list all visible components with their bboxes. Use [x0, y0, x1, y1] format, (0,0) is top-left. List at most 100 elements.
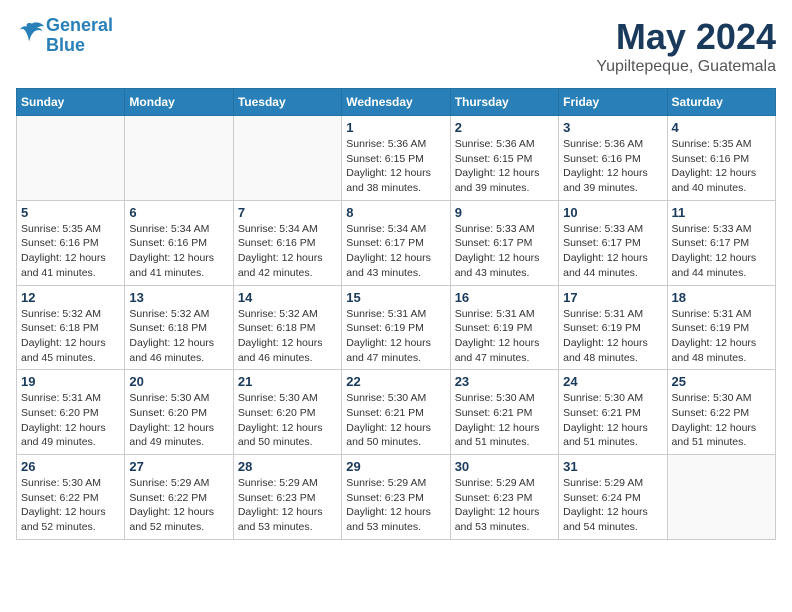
- day-number: 23: [455, 374, 554, 389]
- day-number: 12: [21, 290, 120, 305]
- day-info: Sunrise: 5:35 AMSunset: 6:16 PMDaylight:…: [21, 222, 120, 281]
- day-info: Sunrise: 5:33 AMSunset: 6:17 PMDaylight:…: [455, 222, 554, 281]
- day-info: Sunrise: 5:30 AMSunset: 6:21 PMDaylight:…: [455, 391, 554, 450]
- calendar-cell: 25 Sunrise: 5:30 AMSunset: 6:22 PMDayligh…: [667, 370, 775, 455]
- day-number: 15: [346, 290, 445, 305]
- calendar-cell: 28 Sunrise: 5:29 AMSunset: 6:23 PMDayligh…: [233, 455, 341, 540]
- day-number: 1: [346, 120, 445, 135]
- day-number: 10: [563, 205, 662, 220]
- calendar-cell: 8 Sunrise: 5:34 AMSunset: 6:17 PMDaylight…: [342, 200, 450, 285]
- day-info: Sunrise: 5:35 AMSunset: 6:16 PMDaylight:…: [672, 137, 771, 196]
- day-number: 3: [563, 120, 662, 135]
- calendar-cell: 1 Sunrise: 5:36 AMSunset: 6:15 PMDaylight…: [342, 116, 450, 201]
- calendar-week-row: 19Sunrise: 5:31 AMSunset: 6:20 PMDayligh…: [17, 370, 776, 455]
- calendar-cell: 13 Sunrise: 5:32 AMSunset: 6:18 PMDayligh…: [125, 285, 233, 370]
- weekday-header-wednesday: Wednesday: [342, 89, 450, 116]
- day-number: 18: [672, 290, 771, 305]
- day-info: Sunrise: 5:31 AMSunset: 6:19 PMDaylight:…: [346, 307, 445, 366]
- calendar-cell: 18 Sunrise: 5:31 AMSunset: 6:19 PMDayligh…: [667, 285, 775, 370]
- weekday-header-monday: Monday: [125, 89, 233, 116]
- calendar-cell: 23 Sunrise: 5:30 AMSunset: 6:21 PMDayligh…: [450, 370, 558, 455]
- day-number: 30: [455, 459, 554, 474]
- weekday-header-saturday: Saturday: [667, 89, 775, 116]
- calendar-location: Yupiltepeque, Guatemala: [596, 58, 776, 76]
- calendar-cell: 16 Sunrise: 5:31 AMSunset: 6:19 PMDayligh…: [450, 285, 558, 370]
- calendar-cell: 3 Sunrise: 5:36 AMSunset: 6:16 PMDaylight…: [559, 116, 667, 201]
- calendar-cell: 20 Sunrise: 5:30 AMSunset: 6:20 PMDayligh…: [125, 370, 233, 455]
- calendar-cell: [125, 116, 233, 201]
- day-number: 22: [346, 374, 445, 389]
- day-number: 31: [563, 459, 662, 474]
- day-number: 14: [238, 290, 337, 305]
- day-info: Sunrise: 5:36 AMSunset: 6:15 PMDaylight:…: [346, 137, 445, 196]
- day-info: Sunrise: 5:34 AMSunset: 6:17 PMDaylight:…: [346, 222, 445, 281]
- day-info: Sunrise: 5:30 AMSunset: 6:22 PMDaylight:…: [21, 476, 120, 535]
- day-info: Sunrise: 5:36 AMSunset: 6:15 PMDaylight:…: [455, 137, 554, 196]
- day-info: Sunrise: 5:29 AMSunset: 6:23 PMDaylight:…: [346, 476, 445, 535]
- day-number: 8: [346, 205, 445, 220]
- calendar-cell: 10 Sunrise: 5:33 AMSunset: 6:17 PMDayligh…: [559, 200, 667, 285]
- calendar-title: May 2024: [596, 16, 776, 58]
- calendar-cell: 14 Sunrise: 5:32 AMSunset: 6:18 PMDayligh…: [233, 285, 341, 370]
- day-info: Sunrise: 5:29 AMSunset: 6:23 PMDaylight:…: [238, 476, 337, 535]
- day-number: 17: [563, 290, 662, 305]
- day-info: Sunrise: 5:33 AMSunset: 6:17 PMDaylight:…: [563, 222, 662, 281]
- day-info: Sunrise: 5:29 AMSunset: 6:23 PMDaylight:…: [455, 476, 554, 535]
- day-info: Sunrise: 5:29 AMSunset: 6:24 PMDaylight:…: [563, 476, 662, 535]
- calendar-week-row: 1 Sunrise: 5:36 AMSunset: 6:15 PMDaylight…: [17, 116, 776, 201]
- calendar-cell: 15 Sunrise: 5:31 AMSunset: 6:19 PMDayligh…: [342, 285, 450, 370]
- day-number: 5: [21, 205, 120, 220]
- day-number: 13: [129, 290, 228, 305]
- weekday-header-row: SundayMondayTuesdayWednesdayThursdayFrid…: [17, 89, 776, 116]
- day-number: 7: [238, 205, 337, 220]
- day-number: 19: [21, 374, 120, 389]
- day-info: Sunrise: 5:34 AMSunset: 6:16 PMDaylight:…: [129, 222, 228, 281]
- day-info: Sunrise: 5:31 AMSunset: 6:19 PMDaylight:…: [455, 307, 554, 366]
- day-info: Sunrise: 5:30 AMSunset: 6:22 PMDaylight:…: [672, 391, 771, 450]
- day-number: 2: [455, 120, 554, 135]
- calendar-week-row: 5 Sunrise: 5:35 AMSunset: 6:16 PMDaylight…: [17, 200, 776, 285]
- calendar-cell: [233, 116, 341, 201]
- calendar-week-row: 26Sunrise: 5:30 AMSunset: 6:22 PMDayligh…: [17, 455, 776, 540]
- day-info: Sunrise: 5:29 AMSunset: 6:22 PMDaylight:…: [129, 476, 228, 535]
- day-number: 20: [129, 374, 228, 389]
- calendar-cell: 21Sunrise: 5:30 AMSunset: 6:20 PMDayligh…: [233, 370, 341, 455]
- day-number: 9: [455, 205, 554, 220]
- day-info: Sunrise: 5:33 AMSunset: 6:17 PMDaylight:…: [672, 222, 771, 281]
- day-info: Sunrise: 5:34 AMSunset: 6:16 PMDaylight:…: [238, 222, 337, 281]
- day-info: Sunrise: 5:30 AMSunset: 6:20 PMDaylight:…: [238, 391, 337, 450]
- day-info: Sunrise: 5:30 AMSunset: 6:20 PMDaylight:…: [129, 391, 228, 450]
- weekday-header-friday: Friday: [559, 89, 667, 116]
- calendar-cell: 26Sunrise: 5:30 AMSunset: 6:22 PMDayligh…: [17, 455, 125, 540]
- calendar-cell: 6Sunrise: 5:34 AMSunset: 6:16 PMDaylight…: [125, 200, 233, 285]
- day-info: Sunrise: 5:30 AMSunset: 6:21 PMDaylight:…: [346, 391, 445, 450]
- day-number: 24: [563, 374, 662, 389]
- calendar-cell: 24 Sunrise: 5:30 AMSunset: 6:21 PMDayligh…: [559, 370, 667, 455]
- weekday-header-tuesday: Tuesday: [233, 89, 341, 116]
- bird-icon: [18, 19, 46, 47]
- calendar-cell: 4 Sunrise: 5:35 AMSunset: 6:16 PMDaylight…: [667, 116, 775, 201]
- calendar-cell: 19Sunrise: 5:31 AMSunset: 6:20 PMDayligh…: [17, 370, 125, 455]
- calendar-table: SundayMondayTuesdayWednesdayThursdayFrid…: [16, 88, 776, 540]
- day-info: Sunrise: 5:32 AMSunset: 6:18 PMDaylight:…: [238, 307, 337, 366]
- day-number: 27: [129, 459, 228, 474]
- day-info: Sunrise: 5:31 AMSunset: 6:19 PMDaylight:…: [672, 307, 771, 366]
- day-info: Sunrise: 5:32 AMSunset: 6:18 PMDaylight:…: [21, 307, 120, 366]
- day-info: Sunrise: 5:36 AMSunset: 6:16 PMDaylight:…: [563, 137, 662, 196]
- day-info: Sunrise: 5:30 AMSunset: 6:21 PMDaylight:…: [563, 391, 662, 450]
- page-header: General Blue May 2024 Yupiltepeque, Guat…: [16, 16, 776, 76]
- day-number: 16: [455, 290, 554, 305]
- calendar-cell: 29Sunrise: 5:29 AMSunset: 6:23 PMDayligh…: [342, 455, 450, 540]
- logo-text: General Blue: [46, 16, 113, 56]
- day-number: 25: [672, 374, 771, 389]
- logo: General Blue: [16, 16, 113, 56]
- calendar-week-row: 12 Sunrise: 5:32 AMSunset: 6:18 PMDayligh…: [17, 285, 776, 370]
- day-info: Sunrise: 5:32 AMSunset: 6:18 PMDaylight:…: [129, 307, 228, 366]
- weekday-header-thursday: Thursday: [450, 89, 558, 116]
- calendar-cell: 22 Sunrise: 5:30 AMSunset: 6:21 PMDayligh…: [342, 370, 450, 455]
- calendar-cell: 30 Sunrise: 5:29 AMSunset: 6:23 PMDayligh…: [450, 455, 558, 540]
- day-number: 4: [672, 120, 771, 135]
- day-number: 28: [238, 459, 337, 474]
- calendar-cell: 27 Sunrise: 5:29 AMSunset: 6:22 PMDayligh…: [125, 455, 233, 540]
- calendar-cell: 31 Sunrise: 5:29 AMSunset: 6:24 PMDayligh…: [559, 455, 667, 540]
